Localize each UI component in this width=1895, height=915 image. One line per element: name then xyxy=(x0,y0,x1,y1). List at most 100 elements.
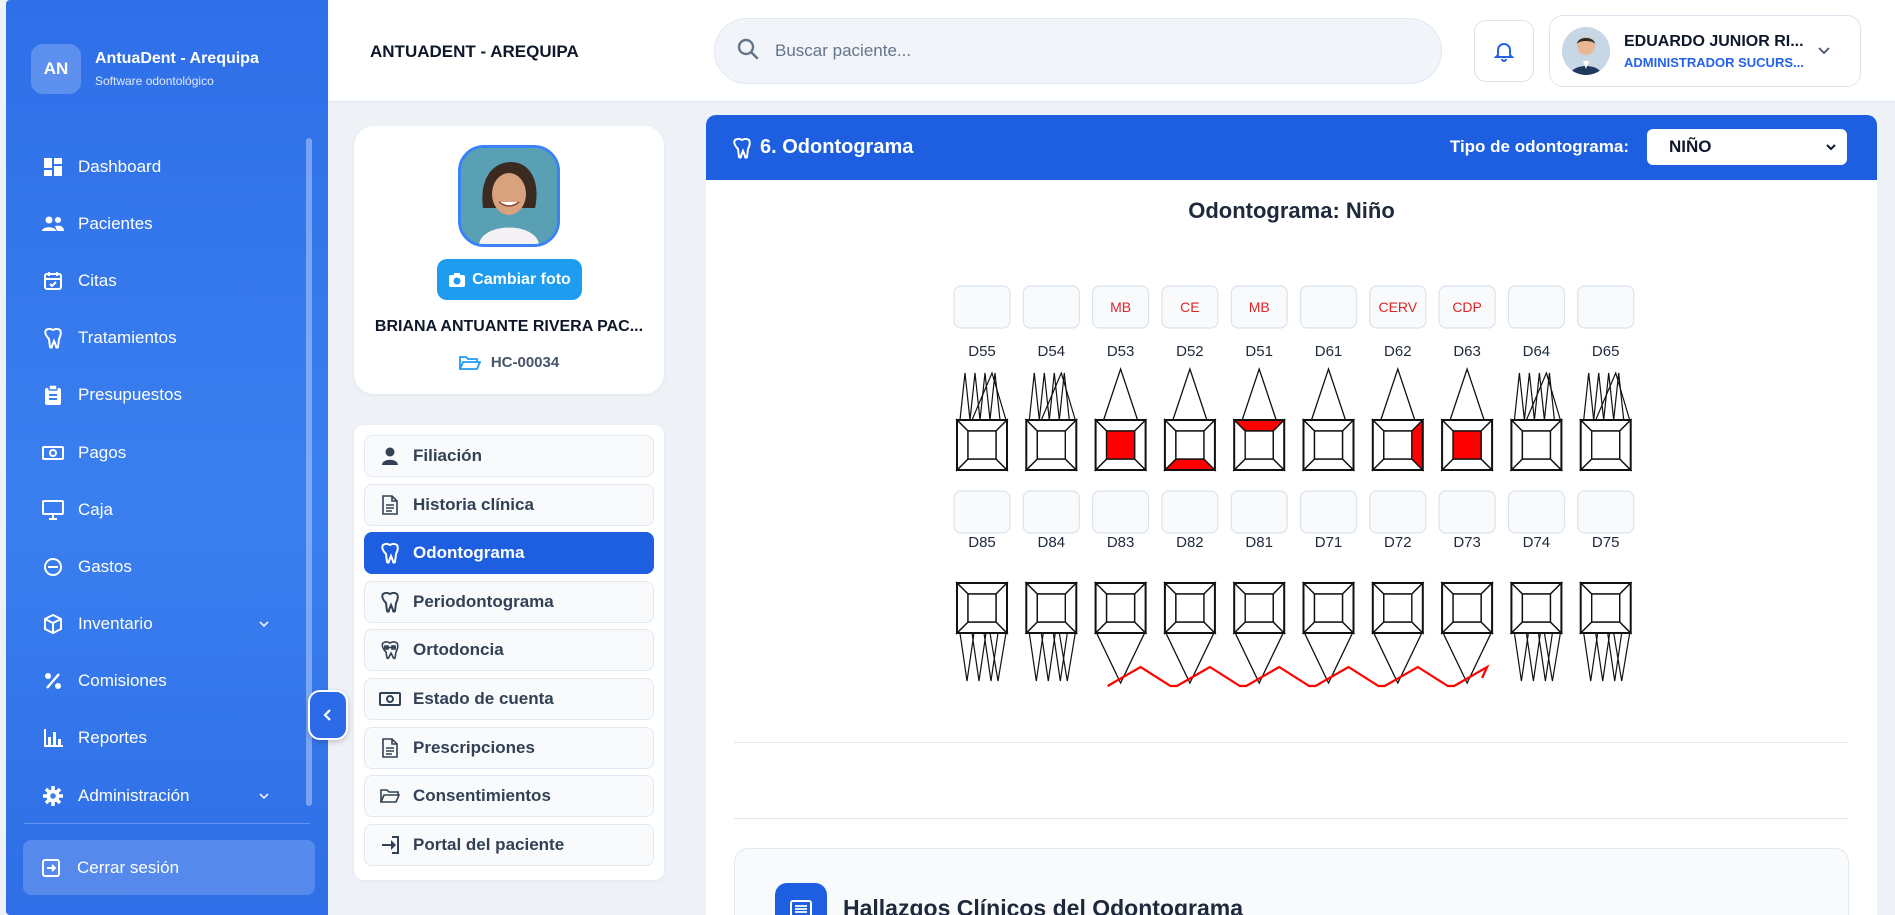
sidebar-item-label: Dashboard xyxy=(78,156,162,176)
tooth-number-label: D61 xyxy=(1315,343,1343,360)
brand-logo: AN xyxy=(31,44,81,94)
sidebar-item-label: Gastos xyxy=(78,556,132,576)
sidebar-item-tratamientos[interactable]: Tratamientos xyxy=(6,310,311,367)
patient-menu-item[interactable]: Periodontograma xyxy=(364,580,654,623)
tooth-surface-center xyxy=(1591,430,1621,460)
tooth-root xyxy=(1028,632,1044,682)
tooth-root xyxy=(1171,366,1208,421)
sidebar: AN AntuaDent - Arequipa Software odontol… xyxy=(6,0,328,915)
tooth-surface-center xyxy=(1383,593,1413,623)
tooth-code-label: CERV xyxy=(1378,299,1417,315)
tooth-surface-center xyxy=(967,593,997,623)
patient-menu-label: Filiación xyxy=(413,446,482,465)
notifications-button[interactable] xyxy=(1474,20,1534,82)
money-icon xyxy=(379,691,401,707)
tooth-d84: D84 xyxy=(1022,490,1080,682)
tooth-d63: CDP D63 xyxy=(1438,285,1496,472)
users-icon xyxy=(42,213,64,235)
sidebar-item-label: Citas xyxy=(78,270,117,290)
tooth-code-box xyxy=(1438,490,1496,534)
tooth-code-box xyxy=(1299,490,1358,534)
tooth-surface-center xyxy=(1452,593,1482,623)
tooth-code-label: CE xyxy=(1180,299,1199,315)
patient-menu-item[interactable]: Prescripciones xyxy=(364,726,654,769)
tooth-root xyxy=(1583,372,1595,421)
patient-menu-item[interactable]: Odontograma xyxy=(364,532,654,575)
odontogram-chart: D55 D54 MB D53 CE D52 MB D51 D61 CERV D62 CDP D63 D64… xyxy=(953,285,1635,688)
sidebar-item-label: Pacientes xyxy=(78,213,153,233)
patient-menu-label: Prescripciones xyxy=(413,737,535,757)
tooth-surface-center xyxy=(1105,593,1136,623)
tooth-d75: D75 xyxy=(1577,490,1635,682)
tooth-surface-center xyxy=(1244,593,1274,623)
patient-menu-label: Ortodoncia xyxy=(413,640,504,660)
braces-icon xyxy=(379,640,401,660)
search-bar[interactable] xyxy=(714,18,1442,84)
tooth-root xyxy=(959,632,975,682)
tooth-d73: D73 xyxy=(1438,490,1496,685)
brand[interactable]: AN AntuaDent - Arequipa Software odontol… xyxy=(31,44,259,94)
document-icon xyxy=(379,494,401,515)
tooth-root xyxy=(1379,366,1416,421)
patient-menu-item[interactable]: Ortodoncia xyxy=(364,629,654,672)
change-photo-button[interactable]: Cambiar foto xyxy=(437,259,582,300)
tooth-code-box xyxy=(1507,490,1566,534)
tooth-surface-center xyxy=(1591,593,1621,623)
patient-menu-item[interactable]: Portal del paciente xyxy=(364,823,654,866)
tooth-d65: D65 xyxy=(1577,285,1635,472)
sidebar-item-label: Reportes xyxy=(78,728,147,748)
login-icon xyxy=(379,835,401,854)
tooth-number-label: D53 xyxy=(1107,343,1135,360)
user-icon xyxy=(379,447,401,465)
tooth-code-box xyxy=(1577,285,1635,329)
monitor-icon xyxy=(42,499,64,521)
patient-menu-item[interactable]: Consentimientos xyxy=(364,775,654,818)
chevron-left-icon xyxy=(323,709,331,721)
tooth-number-label: D85 xyxy=(968,534,996,551)
sidebar-item-caja[interactable]: Caja xyxy=(6,481,311,538)
sidebar-item-dashboard[interactable]: Dashboard xyxy=(6,138,311,195)
folder-icon xyxy=(379,788,401,804)
sidebar-divider xyxy=(24,823,310,824)
sidebar-item-pagos[interactable]: Pagos xyxy=(6,424,311,481)
patient-menu-label: Consentimientos xyxy=(413,786,551,806)
tooth-surface-center xyxy=(1244,430,1274,460)
tooth-d74: D74 xyxy=(1507,490,1566,682)
tooth-d62: CERV D62 xyxy=(1369,285,1427,472)
sidebar-item-pacientes[interactable]: Pacientes xyxy=(6,195,311,252)
patient-menu-item[interactable]: Filiación xyxy=(364,435,654,477)
logout-button[interactable]: Cerrar sesión xyxy=(23,840,315,895)
search-input[interactable] xyxy=(775,41,1375,61)
tooth-d72: D72 xyxy=(1369,490,1427,685)
patient-menu-item[interactable]: Historia clínica xyxy=(364,483,654,526)
sidebar-item-gastos[interactable]: Gastos xyxy=(6,538,311,595)
tooth-root xyxy=(1595,632,1611,682)
sidebar-item-citas[interactable]: Citas xyxy=(6,252,311,309)
tooth-number-label: D52 xyxy=(1176,343,1204,360)
tooth-root xyxy=(971,632,987,682)
sidebar-item-comisiones[interactable]: Comisiones xyxy=(6,653,311,710)
tooth-d52: CE D52 xyxy=(1161,285,1219,472)
tooth-d85: D85 xyxy=(953,490,1011,682)
tooth-number-label: D55 xyxy=(968,343,996,360)
tooth-root xyxy=(1040,632,1056,682)
user-menu[interactable]: EDUARDO JUNIOR RI... ADMINISTRADOR SUCUR… xyxy=(1549,15,1861,87)
brand-name: AntuaDent - Arequipa xyxy=(95,50,259,67)
tooth-d55: D55 xyxy=(953,285,1011,472)
patient-menu-item[interactable]: Estado de cuenta xyxy=(364,677,654,720)
user-role: ADMINISTRADOR SUCURS... xyxy=(1624,54,1804,70)
tooth-code-label: MB xyxy=(1110,299,1131,315)
findings-card: Hallazgos Clínicos del Odontograma xyxy=(734,848,1849,915)
tooth-number-label: D72 xyxy=(1384,534,1412,551)
sidebar-item-administracion[interactable]: Administración xyxy=(6,767,311,824)
sidebar-item-inventario[interactable]: Inventario xyxy=(6,596,311,653)
tooth-root xyxy=(1303,632,1354,685)
collapse-sidebar-button[interactable] xyxy=(308,690,348,740)
tooth-root xyxy=(1241,366,1278,421)
sidebar-item-presupuestos[interactable]: Presupuestos xyxy=(6,367,311,424)
sidebar-item-reportes[interactable]: Reportes xyxy=(6,710,311,767)
tooth-root xyxy=(1028,372,1040,421)
tooth-root xyxy=(1372,632,1423,685)
tooth-root xyxy=(1234,632,1285,685)
tooth-code-box xyxy=(1299,285,1358,329)
